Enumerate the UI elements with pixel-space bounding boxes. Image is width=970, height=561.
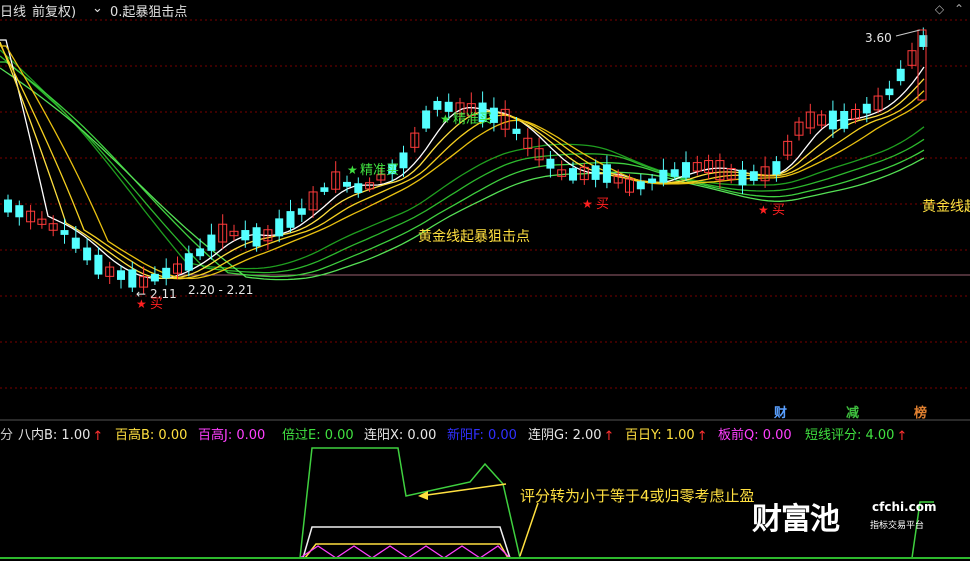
- main-chart[interactable]: 3.60 2.11 ← 2.20 - 2.21 ★ 买 ★ 买 ★ 买 ★ 精准…: [0, 0, 970, 561]
- sub-annotation: 评分转为小于等于4或归零考虑止盈: [520, 487, 755, 505]
- candle[interactable]: [399, 152, 408, 169]
- candle[interactable]: [422, 110, 431, 129]
- watermark-brand: 财富池: [752, 502, 840, 537]
- candle[interactable]: [636, 181, 645, 190]
- candle[interactable]: [354, 183, 363, 193]
- candle[interactable]: [670, 169, 679, 177]
- candle[interactable]: [749, 171, 758, 181]
- candle[interactable]: [772, 161, 781, 175]
- candle[interactable]: [71, 237, 80, 249]
- candle[interactable]: [602, 164, 611, 183]
- precise-buy-signal: ★ 精准买: [347, 163, 399, 178]
- candle[interactable]: [896, 68, 905, 82]
- indicator-value-3: 百高J: 0.00: [198, 428, 266, 443]
- precise-buy-label: 精准买: [360, 163, 399, 178]
- candle[interactable]: [885, 88, 894, 96]
- candle[interactable]: [60, 230, 69, 235]
- indicator-value-8: 百日Y: 1.00 ↑: [625, 428, 708, 444]
- candle[interactable]: [150, 273, 159, 282]
- tab-ranking[interactable]: 榜: [914, 402, 927, 421]
- range-label: 2.20 - 2.21: [188, 283, 253, 297]
- watermark-url: cfchi.com: [872, 500, 937, 514]
- tab-finance[interactable]: 财: [774, 402, 787, 421]
- indicator-value-7: 连阴G: 2.00 ↑: [528, 428, 615, 444]
- indicator-value-6: 新阳F: 0.00: [447, 428, 517, 443]
- high-arrow: [895, 29, 921, 37]
- candle[interactable]: [275, 218, 284, 237]
- candle[interactable]: [682, 162, 690, 178]
- candle[interactable]: [591, 165, 600, 180]
- buy-label: 买: [150, 297, 163, 312]
- grid-lines: [0, 19, 970, 389]
- candle[interactable]: [117, 270, 125, 280]
- indicator-value-2: 百高B: 0.00: [115, 428, 188, 443]
- precise-buy-label: 精准买: [453, 112, 492, 127]
- annotation-pointer: [519, 502, 539, 557]
- indicator-value-0: 分: [0, 428, 14, 443]
- candle[interactable]: [840, 110, 849, 129]
- candle[interactable]: [4, 199, 12, 213]
- tab-reduce[interactable]: 减: [846, 402, 859, 421]
- buy-label: 买: [772, 203, 785, 218]
- candle[interactable]: [862, 103, 871, 114]
- indicator-values-bar: 分八内B: 1.00 ↑ 百高B: 0.00 百高J: 0.00 倍过E: 0.00 连阳…: [0, 423, 970, 444]
- candle[interactable]: [659, 169, 668, 183]
- candle[interactable]: [83, 247, 92, 261]
- indicator-value-10: 短线评分: 4.00 ↑: [805, 428, 908, 444]
- candle[interactable]: [433, 100, 442, 110]
- high-price-label: 3.60: [865, 31, 892, 45]
- buy-signal: ★ 买: [136, 297, 163, 312]
- candle[interactable]: [738, 169, 747, 186]
- candle[interactable]: [252, 227, 261, 247]
- score-line: [299, 447, 521, 559]
- candle[interactable]: [297, 208, 306, 215]
- candle[interactable]: [162, 267, 171, 279]
- candle[interactable]: [94, 254, 103, 275]
- candlesticks[interactable]: [4, 27, 928, 295]
- candle[interactable]: [286, 211, 295, 228]
- candle[interactable]: [15, 205, 24, 218]
- star-icon: ★: [758, 203, 769, 217]
- indicator-value-1: 八内B: 1.00 ↑: [18, 428, 104, 444]
- precise-buy-signal: ★ 精准买: [440, 112, 492, 127]
- candle[interactable]: [569, 168, 577, 181]
- magenta-zigzag: [299, 545, 511, 559]
- candle[interactable]: [196, 248, 205, 257]
- star-icon: ★: [347, 163, 358, 177]
- star-icon: ★: [582, 197, 593, 211]
- golden-line-annotation: 黄金线起暴狙击点: [418, 228, 530, 245]
- star-icon: ★: [136, 297, 147, 311]
- level-line-white: [302, 526, 511, 559]
- indicator-value-5: 连阳X: 0.00: [364, 428, 437, 443]
- candle[interactable]: [207, 234, 216, 251]
- golden-line-annotation-right: 黄金线起: [922, 198, 970, 215]
- up-arrow-icon: ↑: [896, 429, 908, 444]
- candle[interactable]: [343, 181, 351, 187]
- indicator-value-4: 倍过E: 0.00: [282, 428, 354, 443]
- buy-signal: ★ 买: [758, 203, 785, 218]
- candle[interactable]: [184, 253, 193, 271]
- candle[interactable]: [828, 110, 837, 130]
- up-arrow-icon: ↑: [92, 429, 104, 444]
- buy-signal: ★ 买: [582, 197, 609, 212]
- candle[interactable]: [648, 178, 657, 183]
- candle[interactable]: [546, 158, 555, 169]
- candle[interactable]: [512, 128, 521, 134]
- up-arrow-icon: ↑: [696, 429, 708, 444]
- watermark-tagline: 指标交易平台: [870, 521, 925, 531]
- buy-label: 买: [596, 197, 609, 212]
- candle[interactable]: [241, 230, 250, 241]
- indicator-value-9: 板前Q: 0.00: [718, 428, 792, 443]
- star-icon: ★: [440, 112, 451, 126]
- up-arrow-icon: ↑: [603, 429, 615, 444]
- candle[interactable]: [128, 269, 137, 288]
- candle[interactable]: [444, 101, 453, 112]
- candle[interactable]: [320, 187, 329, 192]
